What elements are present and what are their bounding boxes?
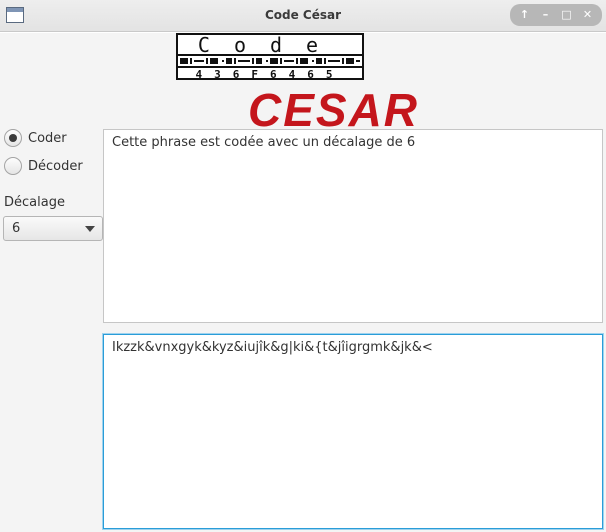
- main-content: Code 436F6465 CESAR Coder Décoder Décala…: [0, 33, 606, 532]
- code-cesar-logo: Code 436F6465 CESAR: [176, 33, 419, 129]
- decoder-radio[interactable]: [4, 157, 22, 175]
- coder-label: Coder: [28, 130, 67, 146]
- close-icon[interactable]: ✕: [579, 6, 597, 24]
- decoder-label: Décoder: [28, 158, 83, 174]
- title-bar: Code César ↑ – □ ✕: [0, 0, 606, 32]
- decoder-option[interactable]: Décoder: [4, 157, 83, 175]
- chevron-down-icon: [85, 226, 95, 232]
- shift-value: 6: [12, 221, 21, 236]
- minimize-icon[interactable]: –: [537, 6, 555, 24]
- output-textarea[interactable]: Ikzzk&vnxgyk&kyz&iujîk&g|ki&{t&jîigrgmk&…: [103, 334, 603, 529]
- coder-radio[interactable]: [4, 129, 22, 147]
- logo-code-text: Code: [198, 33, 342, 57]
- window-controls: ↑ – □ ✕: [510, 4, 602, 26]
- shift-label: Décalage: [4, 195, 65, 210]
- logo-cesar-text: CESAR: [248, 84, 419, 129]
- shift-select[interactable]: 6: [3, 216, 103, 241]
- maximize-icon[interactable]: □: [558, 6, 576, 24]
- restore-up-icon[interactable]: ↑: [516, 6, 534, 24]
- logo-hex-text: 436F6465: [196, 68, 345, 81]
- code-logo-box: Code 436F6465: [176, 33, 364, 81]
- coder-option[interactable]: Coder: [4, 129, 67, 147]
- input-textarea[interactable]: Cette phrase est codée avec un décalage …: [103, 129, 603, 323]
